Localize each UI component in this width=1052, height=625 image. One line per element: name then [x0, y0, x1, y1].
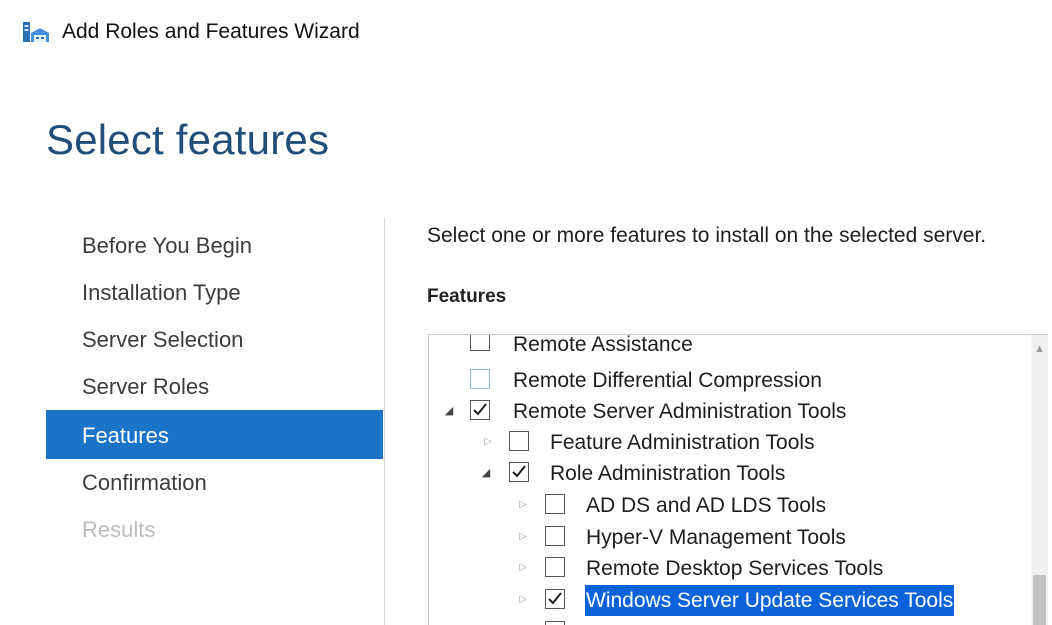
expand-triangle-icon[interactable]: ◢	[442, 404, 456, 418]
title-bar: Add Roles and Features Wizard	[0, 0, 1052, 62]
tree-item-label: Hyper-V Management Tools	[586, 526, 846, 549]
vertical-divider	[384, 218, 385, 625]
scroll-up-arrow-icon[interactable]: ▲	[1034, 343, 1045, 355]
collapse-triangle-icon[interactable]: ▷	[516, 561, 530, 575]
nav-item-server-selection[interactable]: Server Selection	[46, 316, 383, 363]
features-tree[interactable]: Remote Assistance Remote Differential Co…	[428, 334, 1048, 625]
checkbox-remote-server-administration-tools[interactable]	[470, 400, 490, 420]
server-manager-wizard-icon	[23, 22, 49, 42]
collapse-triangle-icon[interactable]: ▷	[516, 498, 530, 512]
collapse-triangle-icon[interactable]: ▷	[516, 530, 530, 544]
checkmark-icon	[512, 465, 526, 478]
tree-item-label: Remote Desktop Services Tools	[586, 557, 884, 580]
checkbox-remote-assistance[interactable]	[470, 335, 490, 351]
wizard-step-nav: Before You Begin Installation Type Serve…	[46, 222, 383, 553]
checkbox-feature-administration-tools[interactable]	[509, 431, 529, 451]
tree-item-label-selected: Windows Server Update Services Tools	[585, 585, 955, 616]
nav-item-installation-type[interactable]: Installation Type	[46, 269, 383, 316]
tree-item-label: Remote Assistance	[513, 334, 693, 356]
checkbox-partial	[545, 621, 565, 625]
collapse-triangle-icon[interactable]: ▷	[481, 435, 495, 449]
nav-item-server-roles[interactable]: Server Roles	[46, 363, 383, 410]
checkbox-remote-differential-compression[interactable]	[470, 369, 490, 389]
tree-item-label: Remote Server Administration Tools	[513, 400, 847, 423]
expand-triangle-icon[interactable]: ◢	[479, 466, 493, 480]
collapse-triangle-icon[interactable]: ▷	[516, 593, 530, 607]
page-title: Select features	[46, 116, 330, 163]
scrollbar-thumb[interactable]	[1033, 575, 1046, 625]
nav-item-results: Results	[82, 517, 156, 542]
nav-item-confirmation[interactable]: Confirmation	[46, 459, 383, 506]
checkmark-icon	[548, 592, 562, 605]
window-title: Add Roles and Features Wizard	[62, 20, 360, 43]
instruction-text: Select one or more features to install o…	[427, 224, 987, 247]
checkbox-remote-desktop-services-tools[interactable]	[545, 557, 565, 577]
checkbox-windows-server-update-services-tools[interactable]	[545, 589, 565, 609]
nav-item-before-you-begin[interactable]: Before You Begin	[46, 222, 383, 269]
checkbox-hyper-v-management-tools[interactable]	[545, 526, 565, 546]
tree-item-label: Feature Administration Tools	[550, 431, 815, 454]
tree-item-label: Remote Differential Compression	[513, 369, 822, 392]
features-heading: Features	[427, 286, 507, 307]
nav-item-features[interactable]: Features	[46, 410, 383, 459]
checkmark-icon	[473, 403, 487, 416]
checkbox-role-administration-tools[interactable]	[509, 462, 529, 482]
checkbox-ad-ds-and-ad-lds-tools[interactable]	[545, 494, 565, 514]
tree-item-label: AD DS and AD LDS Tools	[586, 494, 827, 517]
vertical-scrollbar[interactable]: ▲	[1031, 335, 1048, 625]
tree-item-label: Role Administration Tools	[550, 462, 786, 485]
